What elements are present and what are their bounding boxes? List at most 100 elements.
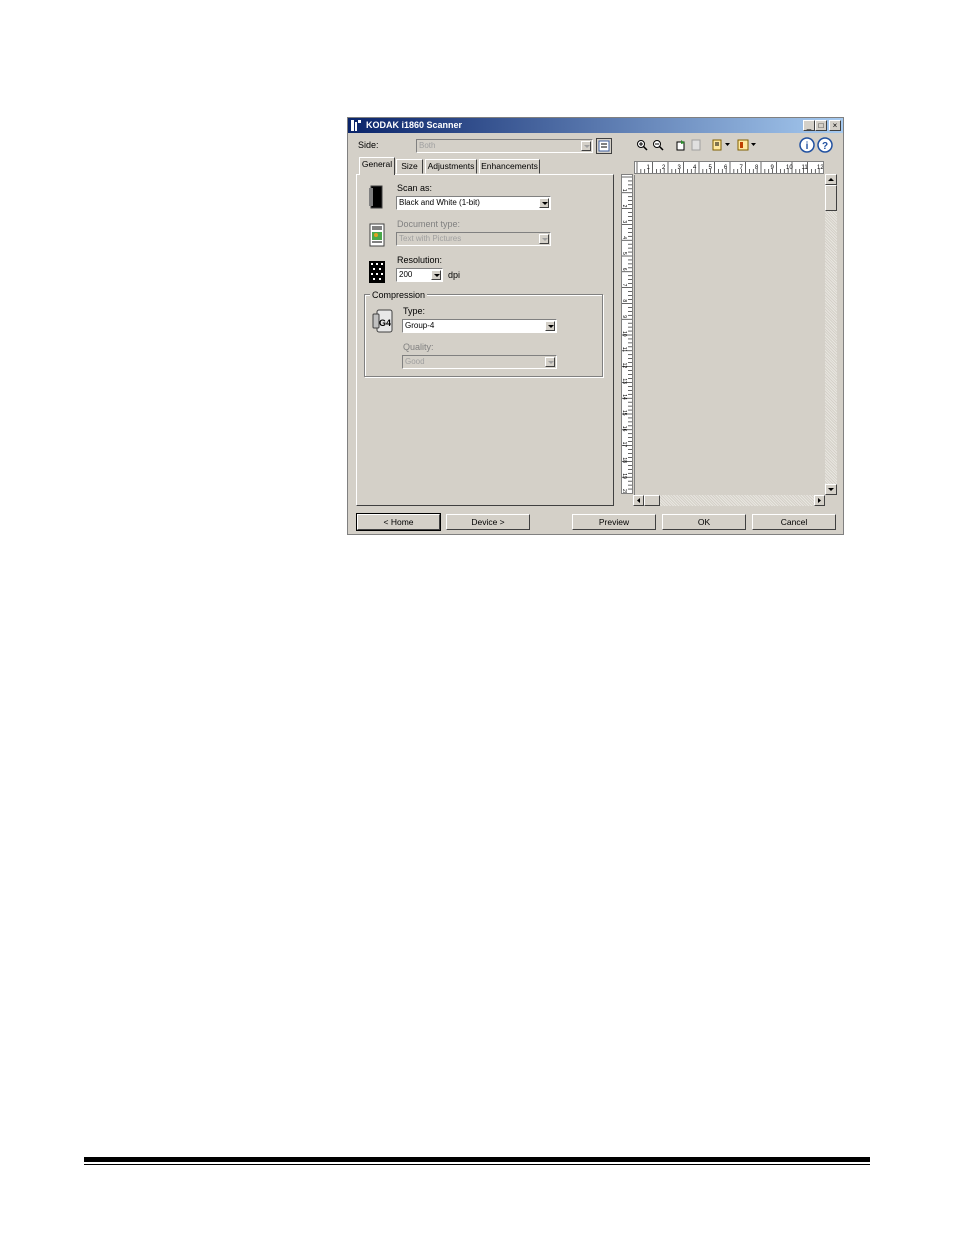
tab-enhancements[interactable]: Enhancements [479, 159, 540, 174]
zoom-in-icon[interactable] [636, 139, 648, 151]
help-icon[interactable]: ? [817, 137, 833, 153]
scroll-up-button[interactable] [825, 174, 837, 185]
resolution-icon [369, 261, 385, 283]
document-type-select[interactable]: Text with Pictures [396, 232, 551, 246]
ruler-tick-label: 3 [622, 220, 627, 223]
compression-type-value: Group-4 [405, 321, 435, 330]
ok-button[interactable]: OK [662, 514, 746, 530]
document-type-label: Document type: [397, 219, 461, 229]
footer-rule-thick [84, 1157, 870, 1162]
scan-as-select[interactable]: Black and White (1-bit) [396, 196, 551, 210]
document-type-value: Text with Pictures [399, 234, 462, 243]
chevron-down-icon [545, 321, 555, 331]
resolution-unit: dpi [448, 270, 461, 280]
scan-as-value: Black and White (1-bit) [399, 198, 480, 207]
resolution-select[interactable]: 200 [396, 268, 443, 282]
chevron-down-icon [539, 234, 549, 244]
vertical-scrollbar[interactable] [825, 174, 837, 495]
ruler-tick-label: 15 [622, 410, 627, 416]
resolution-label: Resolution: [397, 255, 443, 265]
chevron-up-icon [828, 178, 834, 181]
ruler-tick-label: 13 [622, 378, 627, 384]
chevron-down-icon [545, 357, 555, 367]
preview-area[interactable] [634, 175, 825, 495]
ruler-tick-label: 4 [622, 236, 627, 239]
side-select[interactable]: Both [416, 139, 593, 153]
ruler-tick-label: 6 [724, 165, 728, 171]
side-label: Side: [358, 140, 379, 150]
chevron-down-icon[interactable] [751, 143, 756, 147]
maximize-button[interactable]: □ [815, 120, 827, 131]
black-white-icon [369, 185, 383, 209]
ruler-tick-label: 9 [771, 165, 775, 171]
document-page-icon[interactable] [712, 139, 724, 151]
device-button[interactable]: Device > [446, 514, 530, 530]
ruler-tick-label: 20 [622, 489, 627, 493]
preview-button[interactable]: Preview [572, 514, 656, 530]
horizontal-scroll-thumb[interactable] [644, 495, 660, 506]
ruler-tick-label: 17 [622, 442, 627, 448]
ruler-tick-label: 8 [622, 299, 627, 302]
side-select-value: Both [419, 141, 436, 150]
home-button[interactable]: < Home [356, 513, 441, 531]
footer-rule-thin [84, 1164, 870, 1165]
compression-type-label: Type: [403, 306, 426, 316]
tab-size[interactable]: Size [396, 159, 423, 174]
ruler-tick-label: 11 [802, 165, 809, 171]
scan-as-label: Scan as: [397, 183, 433, 193]
chevron-left-icon [637, 498, 640, 503]
ruler-tick-label: 10 [622, 331, 627, 337]
ruler-tick-label: 6 [622, 268, 627, 271]
chevron-down-icon [581, 141, 591, 151]
ruler-tick-label: 2 [622, 205, 627, 208]
ruler-tick-label: 9 [622, 315, 627, 318]
ruler-tick-label: 12 [622, 363, 627, 369]
cancel-button[interactable]: Cancel [752, 514, 836, 530]
chevron-down-icon[interactable] [725, 143, 730, 147]
ruler-tick-label: 10 [786, 165, 793, 171]
scroll-right-button[interactable] [814, 495, 825, 506]
side-settings-icon[interactable] [596, 138, 612, 154]
horizontal-ruler: 1 2 3 4 5 6 7 8 9 10 11 12 [634, 161, 824, 174]
ruler-tick-label: 14 [622, 394, 627, 400]
compression-type-select[interactable]: Group-4 [402, 319, 557, 333]
svg-text:i: i [806, 141, 809, 152]
zoom-out-icon[interactable] [652, 139, 664, 151]
vertical-ruler-ticks: 1234567891011121314151617181920 [621, 176, 632, 495]
chevron-down-icon [431, 270, 441, 280]
compression-quality-select[interactable]: Good [402, 355, 557, 369]
chevron-down-icon [828, 488, 834, 491]
svg-text:G4: G4 [379, 318, 391, 328]
vertical-scroll-thumb[interactable] [825, 185, 837, 211]
layout-icon[interactable] [737, 139, 749, 151]
compression-quality-label: Quality: [403, 342, 434, 352]
compression-label: Compression [370, 290, 428, 300]
horizontal-ruler-ticks: 1 2 3 4 5 6 7 8 9 10 11 12 [636, 162, 824, 173]
ruler-tick-label: 12 [817, 165, 823, 171]
scroll-left-button[interactable] [633, 495, 644, 506]
vertical-ruler: 1234567891011121314151617181920 [621, 174, 633, 495]
ruler-tick-label: 5 [622, 252, 627, 255]
scanner-app-icon [351, 120, 361, 131]
window-title: KODAK i1860 Scanner [366, 120, 463, 130]
document-type-icon [369, 223, 385, 247]
ruler-tick-label: 1 [647, 165, 651, 171]
ruler-tick-label: 7 [740, 165, 744, 171]
ruler-tick-label: 4 [693, 165, 697, 171]
tab-general[interactable]: General [359, 157, 395, 175]
ruler-tick-label: 19 [622, 473, 627, 479]
ruler-tick-label: 8 [755, 165, 759, 171]
chevron-right-icon [818, 498, 821, 503]
minimize-button[interactable]: _ [803, 120, 815, 131]
tab-adjustments[interactable]: Adjustments [425, 159, 477, 174]
device-info-icon[interactable]: i [799, 137, 815, 153]
horizontal-scrollbar[interactable] [633, 495, 825, 506]
scroll-down-button[interactable] [825, 484, 837, 495]
compression-quality-value: Good [405, 357, 425, 366]
ruler-tick-label: 1 [622, 189, 627, 192]
page-icon [691, 139, 701, 151]
rotate-icon[interactable] [675, 139, 687, 151]
scanner-dialog: KODAK i1860 Scanner _ □ × Side: Both i ?… [347, 117, 844, 535]
close-button[interactable]: × [829, 120, 841, 131]
ruler-tick-label: 18 [622, 457, 627, 463]
